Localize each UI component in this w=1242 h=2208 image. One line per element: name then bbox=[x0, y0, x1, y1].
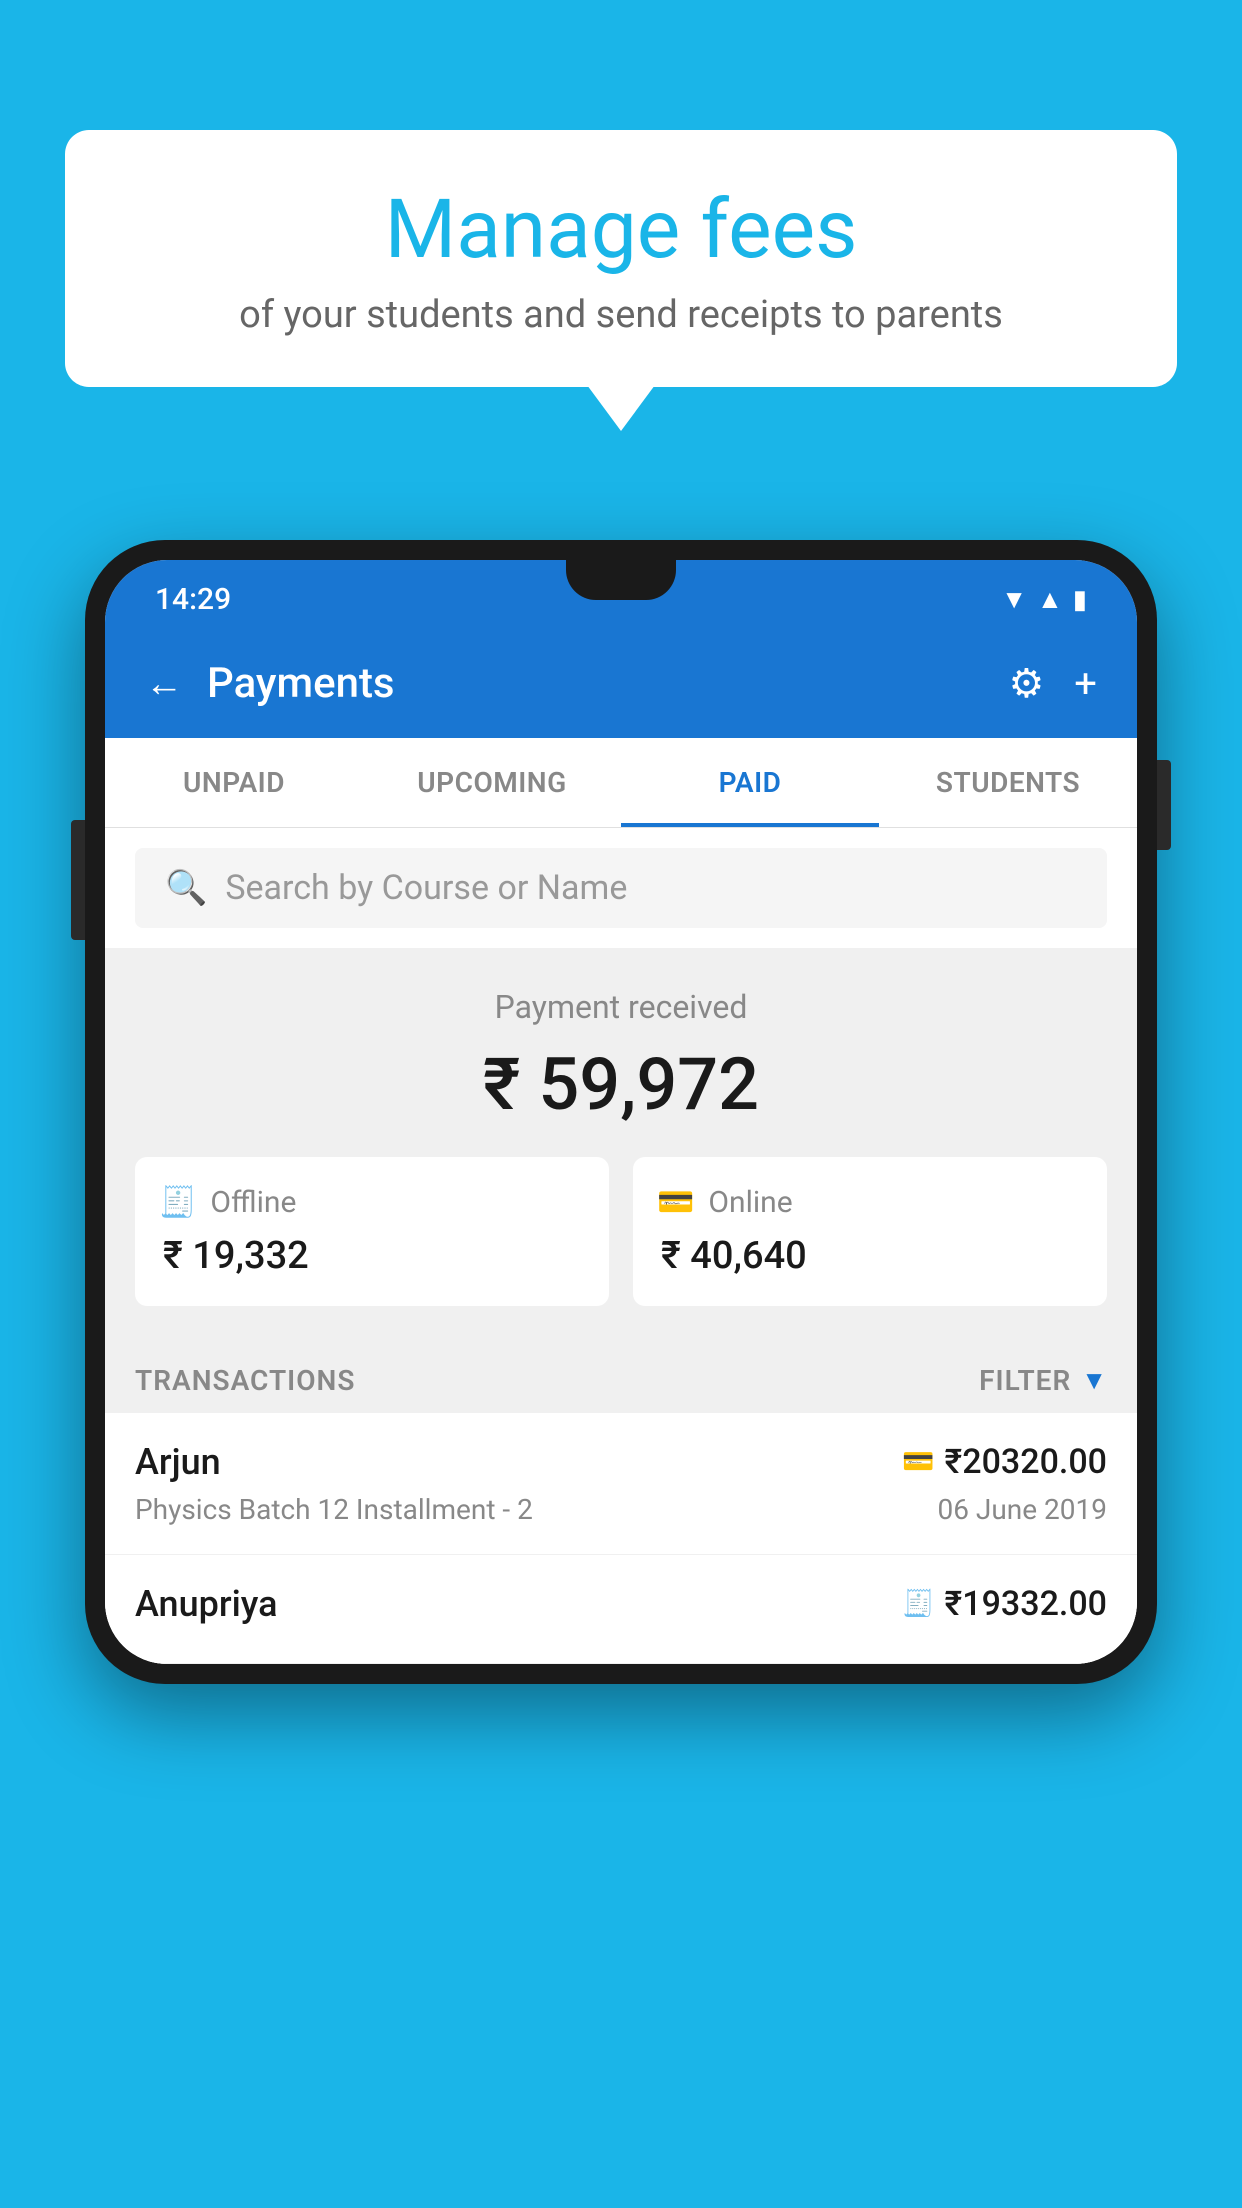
transaction-amount-row: 🧾 ₹19332.00 bbox=[902, 1584, 1107, 1624]
wifi-icon: ▼ bbox=[1001, 584, 1027, 615]
tab-students[interactable]: STUDENTS bbox=[879, 738, 1137, 827]
battery-icon: ▮ bbox=[1073, 585, 1087, 615]
search-box[interactable]: 🔍 Search by Course or Name bbox=[135, 848, 1107, 928]
search-container: 🔍 Search by Course or Name bbox=[105, 828, 1137, 948]
tab-unpaid[interactable]: UNPAID bbox=[105, 738, 363, 827]
search-icon: 🔍 bbox=[165, 868, 207, 908]
online-payment-type-icon: 💳 bbox=[902, 1447, 934, 1477]
offline-payment-type-icon: 🧾 bbox=[902, 1589, 934, 1619]
phone-mockup: 14:29 ▼ ▲ ▮ ← Payments ⚙ + bbox=[85, 540, 1157, 1684]
transaction-amount: ₹20320.00 bbox=[945, 1442, 1107, 1482]
search-input[interactable]: Search by Course or Name bbox=[225, 868, 627, 908]
speech-bubble-section: Manage fees of your students and send re… bbox=[65, 130, 1177, 387]
transaction-name: Anupriya bbox=[135, 1583, 278, 1625]
status-icons: ▼ ▲ ▮ bbox=[1001, 584, 1087, 615]
payment-summary: Payment received ₹ 59,972 🧾 Offline ₹ 19… bbox=[105, 948, 1137, 1336]
phone-body: 14:29 ▼ ▲ ▮ ← Payments ⚙ + bbox=[85, 540, 1157, 1684]
header-left: ← Payments bbox=[145, 659, 395, 708]
speech-bubble-title: Manage fees bbox=[125, 185, 1117, 275]
filter-label: FILTER bbox=[979, 1364, 1071, 1397]
offline-label: Offline bbox=[210, 1185, 296, 1220]
tabs-bar: UNPAID UPCOMING PAID STUDENTS bbox=[105, 738, 1137, 828]
transaction-course: Physics Batch 12 Installment - 2 bbox=[135, 1493, 533, 1526]
status-time: 14:29 bbox=[155, 582, 231, 617]
gear-icon[interactable]: ⚙ bbox=[1008, 660, 1044, 707]
transactions-label: TRANSACTIONS bbox=[135, 1364, 355, 1397]
payment-total-amount: ₹ 59,972 bbox=[135, 1042, 1107, 1127]
page-title: Payments bbox=[207, 659, 395, 708]
filter-container[interactable]: FILTER ▼ bbox=[979, 1364, 1107, 1397]
online-label: Online bbox=[708, 1185, 792, 1220]
transaction-row1: Arjun 💳 ₹20320.00 bbox=[135, 1441, 1107, 1483]
tab-paid[interactable]: PAID bbox=[621, 738, 879, 827]
tab-upcoming[interactable]: UPCOMING bbox=[363, 738, 621, 827]
speech-bubble: Manage fees of your students and send re… bbox=[65, 130, 1177, 387]
transaction-amount: ₹19332.00 bbox=[945, 1584, 1107, 1624]
content-area: 🔍 Search by Course or Name Payment recei… bbox=[105, 828, 1137, 1664]
transaction-item[interactable]: Arjun 💳 ₹20320.00 Physics Batch 12 Insta… bbox=[105, 1413, 1137, 1555]
offline-amount: ₹ 19,332 bbox=[159, 1234, 585, 1278]
transaction-date: 06 June 2019 bbox=[937, 1493, 1107, 1526]
filter-icon: ▼ bbox=[1081, 1365, 1107, 1396]
transactions-header: TRANSACTIONS FILTER ▼ bbox=[105, 1336, 1137, 1413]
phone-notch bbox=[566, 560, 676, 600]
add-icon[interactable]: + bbox=[1074, 660, 1097, 707]
header-right: ⚙ + bbox=[1008, 660, 1097, 707]
online-payment-icon: 💳 bbox=[657, 1185, 694, 1220]
transaction-row2: Physics Batch 12 Installment - 2 06 June… bbox=[135, 1493, 1107, 1526]
offline-payment-icon: 🧾 bbox=[159, 1185, 196, 1220]
transaction-amount-row: 💳 ₹20320.00 bbox=[902, 1442, 1107, 1482]
phone-screen: 14:29 ▼ ▲ ▮ ← Payments ⚙ + bbox=[105, 560, 1137, 1664]
transaction-item[interactable]: Anupriya 🧾 ₹19332.00 bbox=[105, 1555, 1137, 1664]
online-payment-card: 💳 Online ₹ 40,640 bbox=[633, 1157, 1107, 1306]
online-amount: ₹ 40,640 bbox=[657, 1234, 1083, 1278]
app-header: ← Payments ⚙ + bbox=[105, 629, 1137, 738]
offline-payment-card: 🧾 Offline ₹ 19,332 bbox=[135, 1157, 609, 1306]
transaction-row1: Anupriya 🧾 ₹19332.00 bbox=[135, 1583, 1107, 1625]
signal-icon: ▲ bbox=[1037, 584, 1063, 615]
payment-cards: 🧾 Offline ₹ 19,332 💳 Online ₹ 40,640 bbox=[135, 1157, 1107, 1306]
speech-bubble-subtitle: of your students and send receipts to pa… bbox=[125, 293, 1117, 337]
offline-card-header: 🧾 Offline bbox=[159, 1185, 585, 1220]
online-card-header: 💳 Online bbox=[657, 1185, 1083, 1220]
back-button[interactable]: ← bbox=[145, 662, 183, 706]
payment-received-label: Payment received bbox=[135, 988, 1107, 1026]
transaction-name: Arjun bbox=[135, 1441, 221, 1483]
